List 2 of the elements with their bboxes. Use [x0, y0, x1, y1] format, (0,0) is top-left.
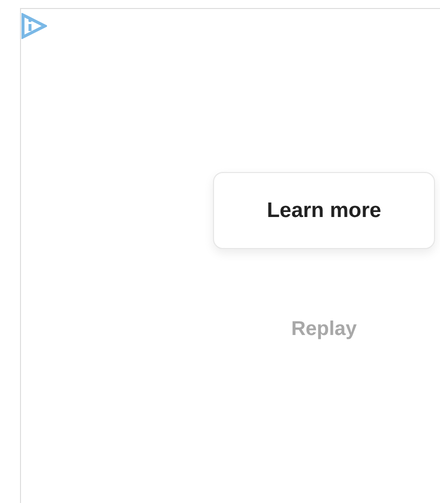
learn-more-button[interactable]: Learn more [213, 172, 435, 249]
play-info-icon[interactable] [21, 13, 47, 39]
